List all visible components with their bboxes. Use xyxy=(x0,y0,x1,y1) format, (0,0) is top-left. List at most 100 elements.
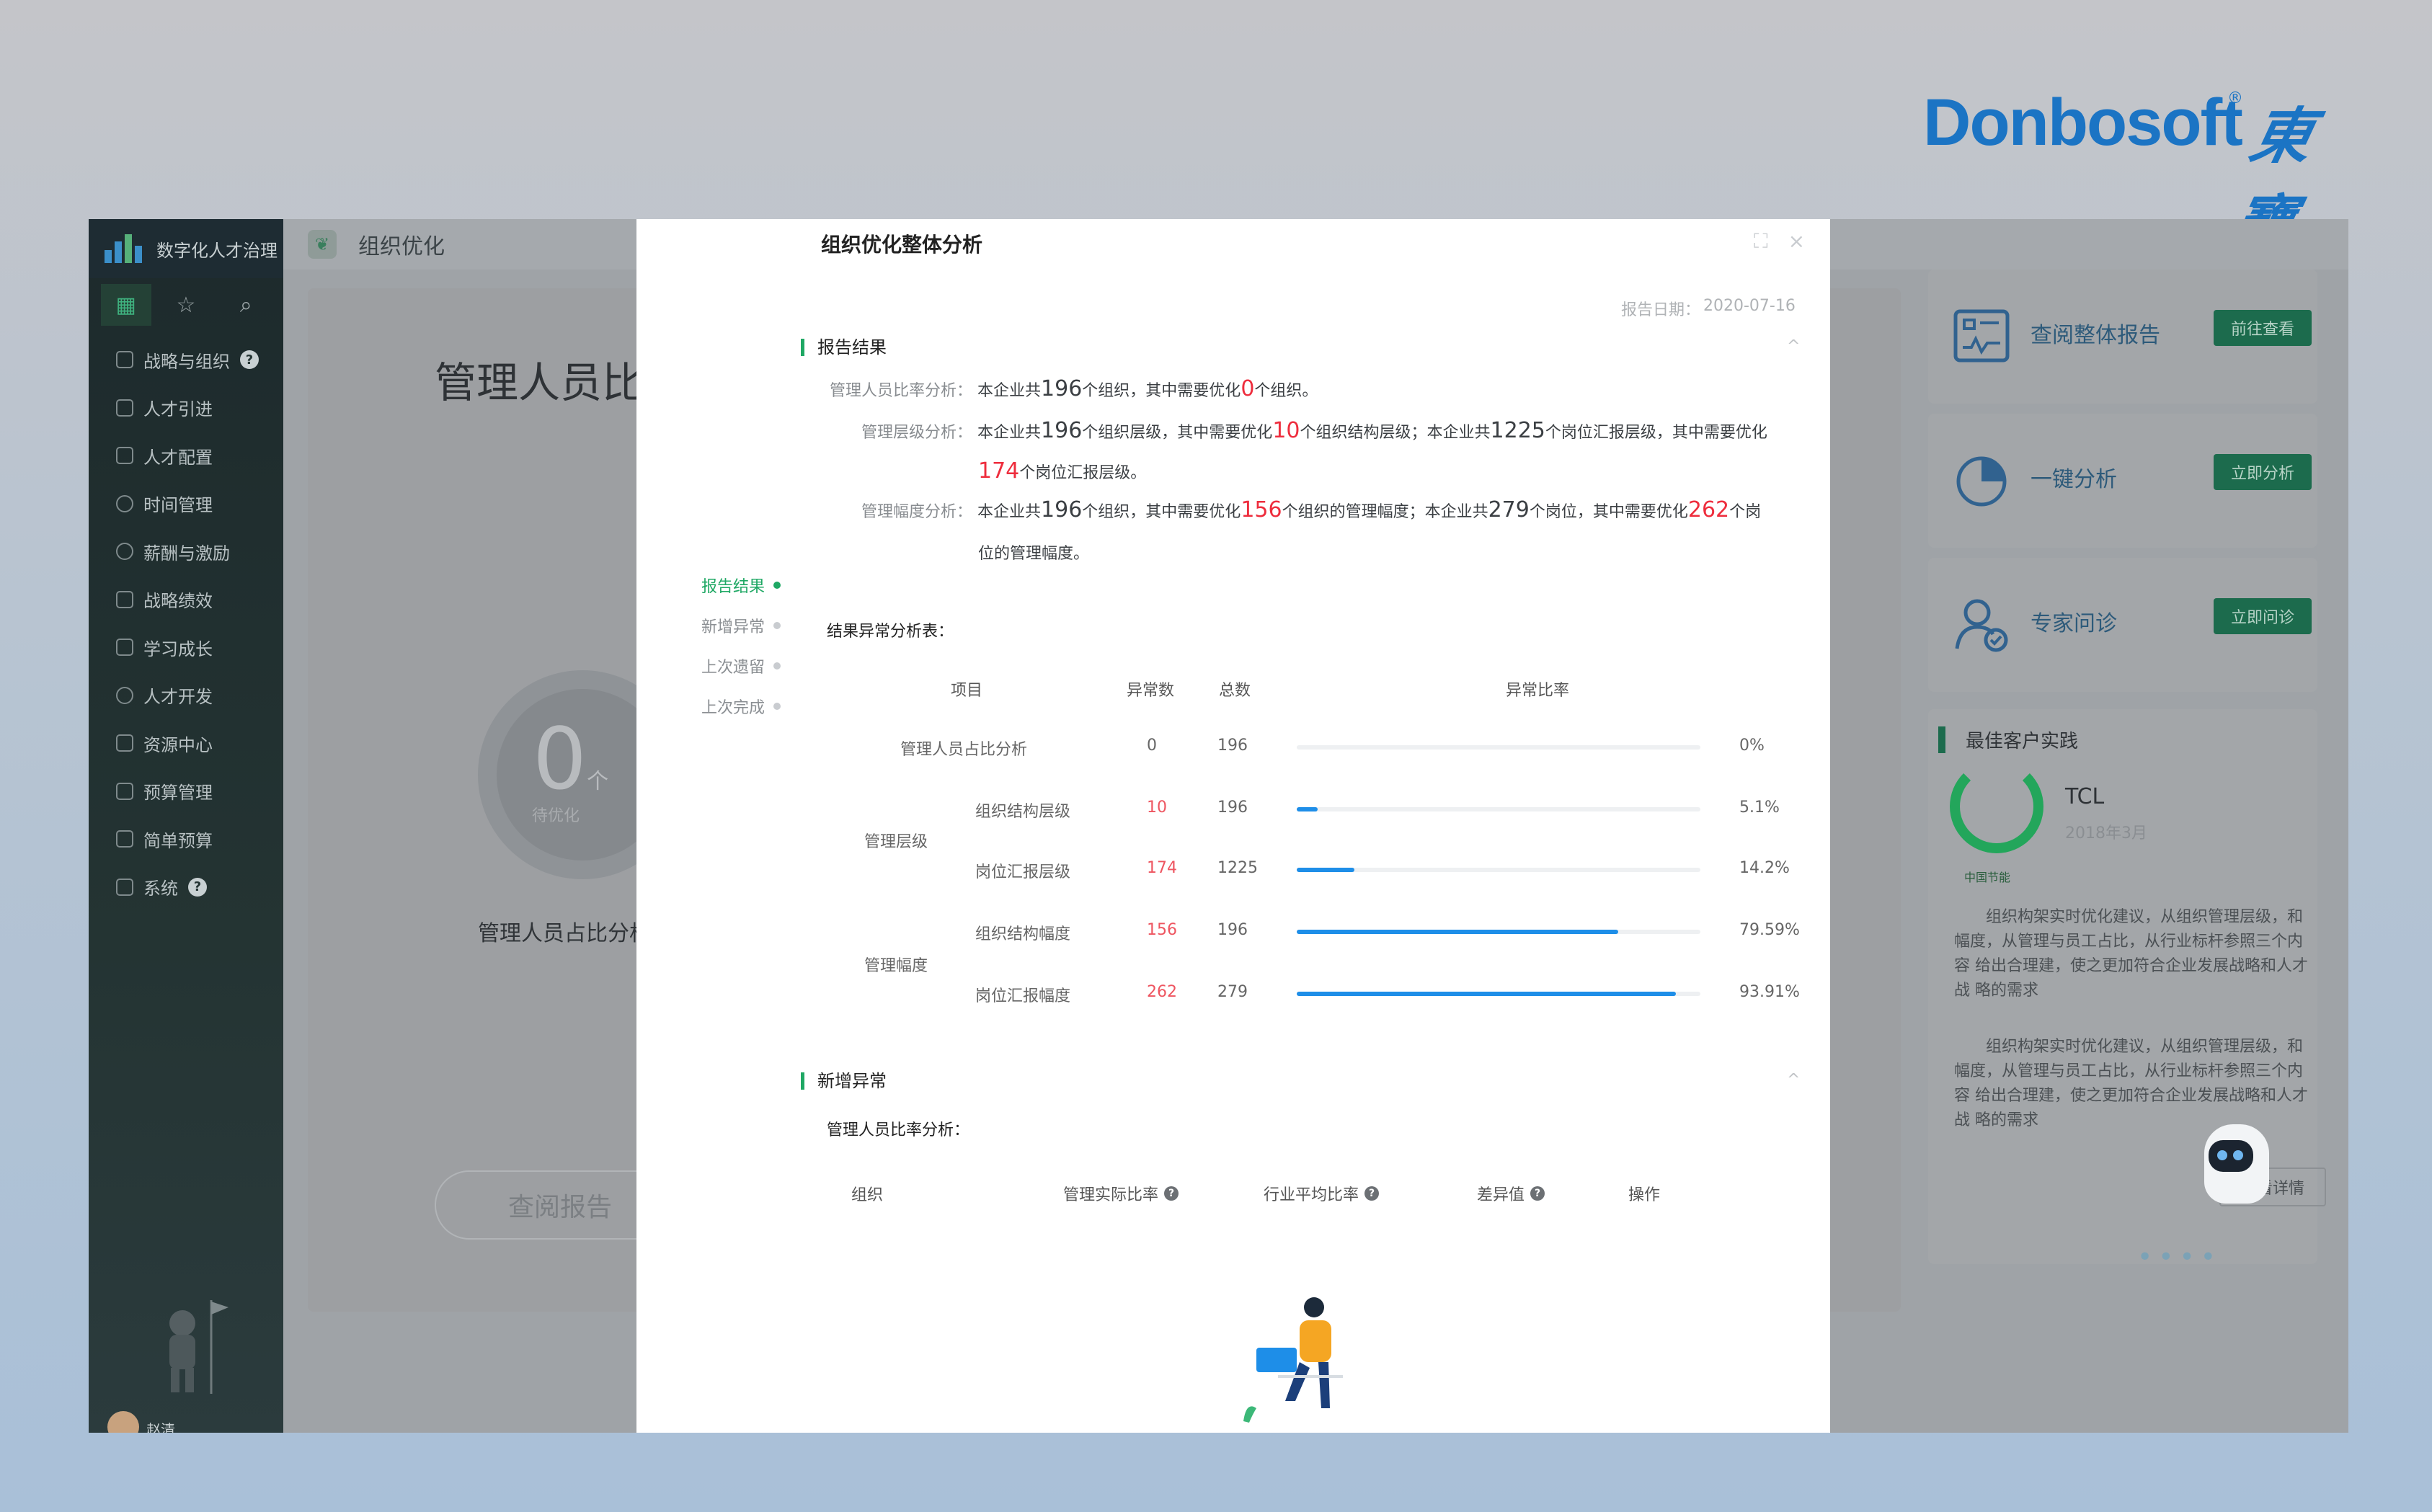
grid-icon[interactable]: ▦ xyxy=(100,284,151,326)
customer-logo xyxy=(1950,760,2043,853)
table-cell-item: 岗位汇报幅度 xyxy=(975,987,1071,1005)
anchor-new-abnormal[interactable]: 新增异常 xyxy=(701,605,781,646)
sidebar-item-simple-budget[interactable]: 简单预算 xyxy=(89,815,283,863)
user-icon xyxy=(116,399,133,417)
table-cell-total: 196 xyxy=(1217,799,1248,817)
sidebar-item-salary[interactable]: 薪酬与激励 xyxy=(89,528,283,576)
table-cell-total: 1225 xyxy=(1217,859,1258,877)
width-analysis-line: 管理幅度分析： 本企业共196个组织，其中需要优化156个组织的管理幅度；本企业… xyxy=(861,497,1762,522)
table-header: 异常比率 xyxy=(1506,682,1570,700)
collapse-icon[interactable]: ^ xyxy=(1787,1071,1800,1089)
level-analysis-line: 管理层级分析： 本企业共196个组织层级，其中需要优化10个组织结构层级；本企业… xyxy=(861,418,1767,443)
table-header: 总数 xyxy=(1219,682,1251,700)
anchor-dot xyxy=(773,662,781,670)
chart-icon xyxy=(116,590,133,608)
table-cell-ratio: 5.1% xyxy=(1739,799,1780,817)
best-practice-title: 最佳客户实践 xyxy=(1938,726,2078,753)
table-header: 组织 xyxy=(851,1186,884,1204)
go-view-button[interactable]: 前往查看 xyxy=(2214,310,2312,346)
sidebar-item-talent-intro[interactable]: 人才引进 xyxy=(89,384,283,432)
customer-logo-caption: 中国节能 xyxy=(1964,871,2011,884)
sidebar-item-learning[interactable]: 学习成长 xyxy=(89,623,283,672)
ratio-bar-track xyxy=(1297,807,1700,811)
sidebar-item-development[interactable]: 人才开发 xyxy=(89,672,283,720)
user-name: 赵清 xyxy=(146,1421,175,1433)
robot-eye xyxy=(2217,1150,2227,1160)
ratio-bar-track xyxy=(1297,868,1700,872)
ratio-bar-track xyxy=(1297,745,1700,750)
table-group-label: 管理幅度 xyxy=(864,957,928,975)
help-icon[interactable]: ? xyxy=(240,350,259,370)
ratio-bar-fill xyxy=(1297,992,1676,996)
book-icon xyxy=(116,639,133,657)
expand-icon[interactable]: ⛶ xyxy=(1754,229,1768,254)
table-header: 操作 xyxy=(1628,1186,1661,1204)
table-cell-total: 279 xyxy=(1217,983,1248,1001)
folder-icon xyxy=(116,734,133,752)
table-cell-abnormal: 0 xyxy=(1147,737,1157,755)
leaf-icon: ❦ xyxy=(308,230,337,259)
sidebar-menu: 战略与组织? 人才引进 人才配置 时间管理 薪酬与激励 战略绩效 学习成长 人才… xyxy=(89,332,283,911)
anchor-report-result[interactable]: 报告结果 xyxy=(701,565,781,605)
brand-registered-mark: ® xyxy=(2227,89,2243,107)
help-icon[interactable]: ? xyxy=(1530,1186,1545,1201)
anchor-last-remaining[interactable]: 上次遗留 xyxy=(701,646,781,686)
help-icon[interactable]: ? xyxy=(1364,1186,1380,1201)
table-cell-total: 196 xyxy=(1217,737,1248,755)
close-icon[interactable]: × xyxy=(1788,229,1805,254)
help-icon[interactable]: ? xyxy=(188,877,207,897)
card-expert-consult: 专家问诊 立即问诊 xyxy=(1928,558,2317,692)
sidebar-item-label: 时间管理 xyxy=(143,495,213,516)
report-date-label: 报告日期： xyxy=(1621,301,1701,319)
budget-icon xyxy=(116,782,133,800)
sidebar: 数字化人才治理 ▦ ☆ ⌕ 战略与组织? 人才引进 人才配置 时间管理 薪酬与激… xyxy=(89,219,283,1433)
clock-icon xyxy=(116,494,133,512)
sidebar-item-talent-config[interactable]: 人才配置 xyxy=(89,432,283,480)
expert-icon xyxy=(1955,599,2008,652)
sidebar-item-budget[interactable]: 预算管理 xyxy=(89,768,283,816)
sidebar-item-resources[interactable]: 资源中心 xyxy=(89,719,283,768)
anchor-last-completed[interactable]: 上次完成 xyxy=(701,686,781,726)
analyze-now-button[interactable]: 立即分析 xyxy=(2214,454,2312,490)
width-analysis-line-cont: 位的管理幅度。 xyxy=(978,545,1090,563)
background-circle-subtitle: 待优化 xyxy=(532,807,580,825)
sidebar-item-label: 学习成长 xyxy=(143,639,213,659)
customer-date: 2018年3月 xyxy=(2065,824,2147,842)
level-analysis-line-cont: 174个岗位汇报层级。 xyxy=(978,458,1147,484)
background-circle-value: 0个 xyxy=(533,709,609,809)
table-cell-abnormal: 174 xyxy=(1147,859,1177,877)
table-cell-abnormal: 262 xyxy=(1147,983,1177,1001)
modal-controls: ⛶ × xyxy=(1754,229,1805,254)
card-overall-report: 查阅整体报告 前往查看 xyxy=(1928,270,2317,404)
help-icon[interactable]: ? xyxy=(1164,1186,1179,1201)
sidebar-item-time[interactable]: 时间管理 xyxy=(89,480,283,528)
search-icon[interactable]: ⌕ xyxy=(221,284,271,326)
table-cell-abnormal: 10 xyxy=(1147,799,1167,817)
sidebar-item-strategy-org[interactable]: 战略与组织? xyxy=(89,336,283,384)
list-icon xyxy=(116,830,133,848)
sidebar-header: 数字化人才治理 xyxy=(89,219,283,278)
org-icon xyxy=(116,351,133,369)
table-cell-ratio: 14.2% xyxy=(1739,859,1790,877)
report-date: 2020-07-16 xyxy=(1703,297,1796,315)
ratio-bar-fill xyxy=(1297,807,1318,811)
collapse-icon[interactable]: ^ xyxy=(1787,337,1800,355)
avatar[interactable] xyxy=(107,1411,139,1433)
table-header: 异常数 xyxy=(1127,682,1175,700)
sidebar-item-label: 资源中心 xyxy=(143,734,213,755)
table-cell-item: 组织结构层级 xyxy=(975,803,1071,821)
table-cell-item: 岗位汇报层级 xyxy=(975,863,1071,881)
assistant-robot[interactable] xyxy=(2204,1124,2269,1204)
sidebar-item-label: 人才配置 xyxy=(143,447,213,468)
table-cell-ratio: 79.59% xyxy=(1739,921,1800,939)
sidebar-item-system[interactable]: 系统? xyxy=(89,863,283,912)
ratio-bar-track xyxy=(1297,992,1700,996)
table-cell-item: 组织结构幅度 xyxy=(975,925,1071,943)
growth-icon xyxy=(116,686,133,704)
table-header: 项目 xyxy=(951,682,983,700)
carousel-dots[interactable]: •••• xyxy=(2137,1242,2222,1272)
table-group-label: 管理层级 xyxy=(864,833,928,851)
star-icon[interactable]: ☆ xyxy=(161,284,211,326)
consult-now-button[interactable]: 立即问诊 xyxy=(2214,598,2312,634)
sidebar-item-performance[interactable]: 战略绩效 xyxy=(89,576,283,624)
